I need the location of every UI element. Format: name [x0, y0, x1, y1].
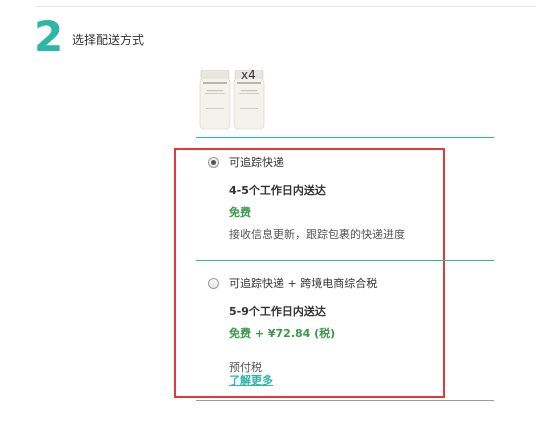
learn-more-link[interactable]: 了解更多 — [229, 374, 273, 388]
checkout-shipping-step: 2 选择配送方式 x4 可追踪快递 4-5个工作日内送达 免费 接收信息更新，跟… — [0, 0, 536, 424]
delivery-eta: 5-9个工作日内送达 — [229, 305, 326, 318]
option-description: 预付税 — [229, 361, 262, 374]
radio-button[interactable] — [208, 278, 219, 289]
step-number: 2 — [34, 12, 63, 61]
step-title: 选择配送方式 — [72, 33, 145, 47]
shipping-price: 免费 + ¥72.84 (税) — [229, 327, 336, 340]
delivery-eta: 4-5个工作日内送达 — [229, 184, 326, 197]
product-quantity: x4 — [241, 68, 256, 82]
shipping-price: 免费 — [229, 206, 251, 219]
option-description: 接收信息更新，跟踪包裹的快递进度 — [229, 228, 405, 241]
bottom-divider — [196, 400, 494, 401]
radio-button-selected[interactable] — [208, 157, 219, 168]
option-divider — [196, 260, 494, 261]
product-thumbnails: x4 — [196, 66, 276, 132]
option-label[interactable]: 可追踪快递 — [229, 156, 284, 170]
product-bottle-image — [199, 70, 231, 130]
top-divider — [36, 6, 536, 7]
section-divider — [196, 137, 494, 138]
option-label[interactable]: 可追踪快递 + 跨境电商综合税 — [229, 277, 377, 291]
